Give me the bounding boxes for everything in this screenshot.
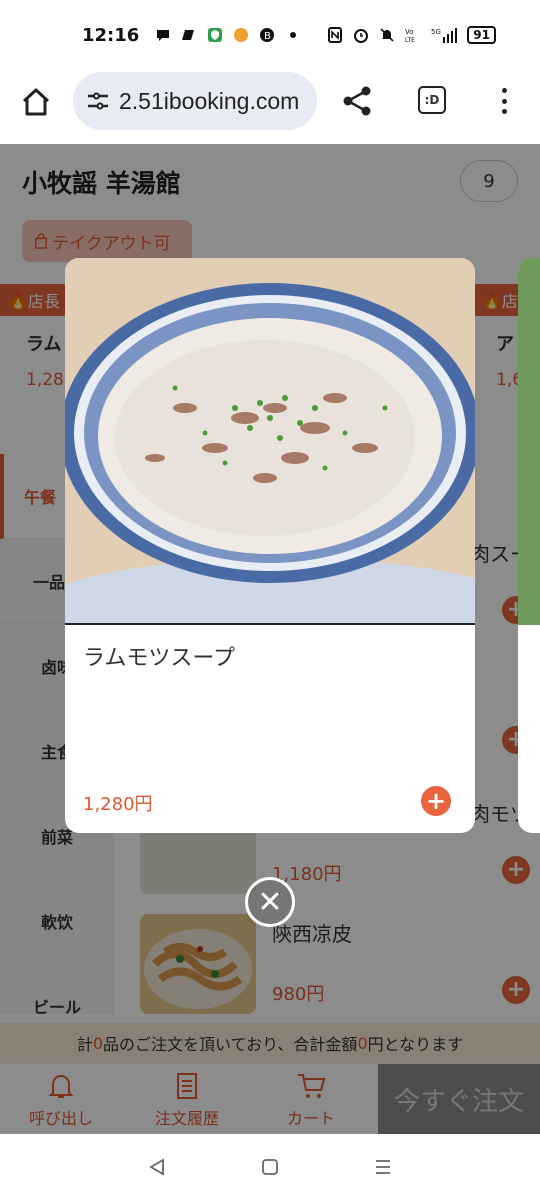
alarm-icon xyxy=(354,29,369,43)
mute-icon xyxy=(380,28,394,42)
close-icon[interactable]: ✕ xyxy=(245,877,295,927)
tag-icon xyxy=(182,30,195,40)
shield-icon xyxy=(208,28,223,42)
battery-indicator: 91 xyxy=(467,26,496,44)
nfc-icon xyxy=(328,27,343,43)
svg-text:LTE: LTE xyxy=(405,37,415,43)
site-settings-icon[interactable] xyxy=(85,88,111,114)
signal-icon: 5G xyxy=(431,28,458,43)
svg-text:5G: 5G xyxy=(431,28,441,36)
tab-switcher-button[interactable]: :D xyxy=(418,86,446,114)
home-icon[interactable] xyxy=(20,86,52,118)
back-icon[interactable] xyxy=(147,1157,167,1177)
address-bar[interactable]: 2.51ibooking.com xyxy=(73,72,317,130)
item-photo xyxy=(65,258,475,625)
next-item-card[interactable] xyxy=(518,258,540,833)
home-nav-icon[interactable] xyxy=(260,1157,280,1177)
next-item-photo xyxy=(518,258,540,625)
app-icon xyxy=(234,28,249,42)
chat-icon xyxy=(157,30,170,41)
system-icons: Vo LTE 5G 91 xyxy=(327,26,496,44)
volte-icon: VoLTE xyxy=(405,28,415,43)
status-time: 12:16 xyxy=(82,24,140,46)
browser-toolbar: 2.51ibooking.com :D xyxy=(0,70,540,144)
dot-icon xyxy=(290,32,297,38)
more-options-icon[interactable] xyxy=(494,84,514,118)
android-nav-bar xyxy=(0,1134,540,1200)
recents-icon[interactable] xyxy=(373,1157,393,1177)
notification-icons: B xyxy=(155,27,301,43)
status-bar: 12:16 B Vo LTE 5G 91 xyxy=(0,0,540,70)
url-text: 2.51ibooking.com xyxy=(119,87,300,114)
soup-photo xyxy=(65,258,475,623)
add-to-cart-button[interactable]: + xyxy=(421,786,451,816)
item-detail-card: ラムモツスープ 1,280円 + xyxy=(65,258,475,833)
item-name: ラムモツスープ xyxy=(83,646,236,671)
b-app-icon: B xyxy=(260,28,275,42)
svg-text:B: B xyxy=(264,31,271,42)
svg-text:Vo: Vo xyxy=(405,28,414,36)
share-icon[interactable] xyxy=(340,84,374,118)
item-price: 1,280円 xyxy=(83,794,153,815)
